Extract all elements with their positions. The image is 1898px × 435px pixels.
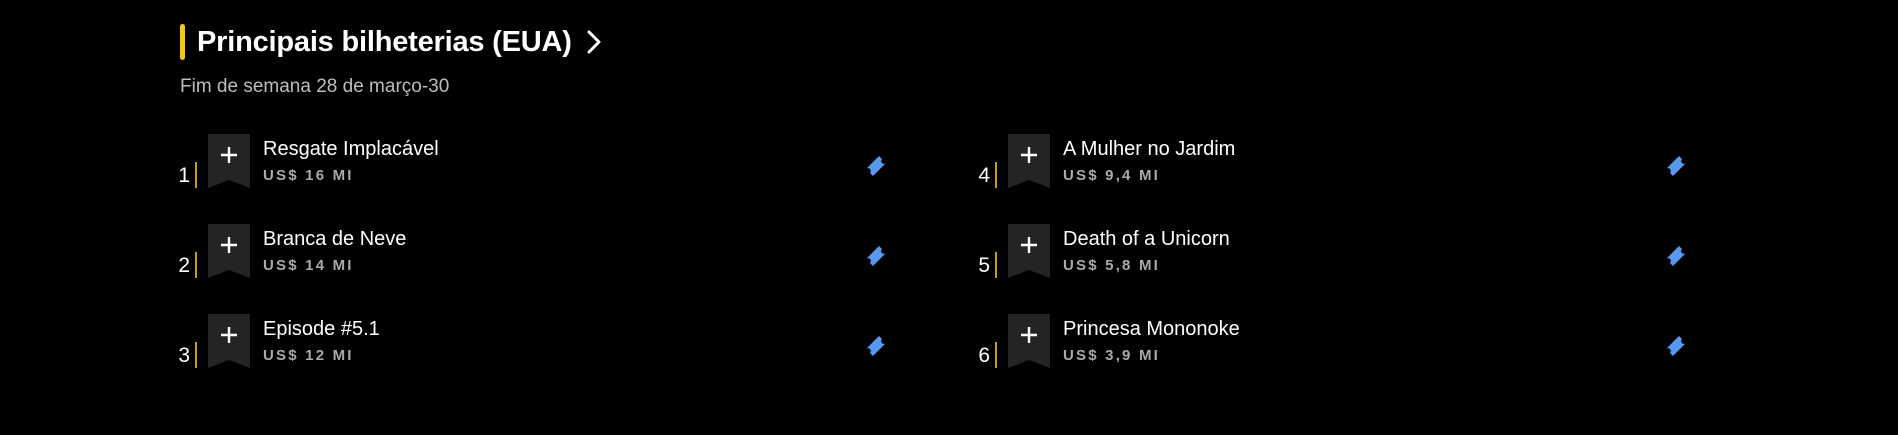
- movie-title-link[interactable]: Princesa Mononoke: [1063, 318, 1240, 341]
- ticket-button[interactable]: [862, 332, 890, 360]
- list-item: 5 Death of a Unicorn US$ 5,8 MI: [968, 224, 1708, 314]
- watchlist-add-icon: [1008, 314, 1050, 368]
- list-item: 1 Resgate Implacável US$ 16 MI: [168, 134, 908, 224]
- list-item: 4 A Mulher no Jardim US$ 9,4 MI: [968, 134, 1708, 224]
- rank-number: 1: [178, 164, 190, 187]
- watchlist-add-icon: [208, 314, 250, 368]
- ticket-button[interactable]: [1662, 332, 1690, 360]
- watchlist-add-icon: [1008, 134, 1050, 188]
- weekend-gross: US$ 14 MI: [263, 257, 354, 274]
- movie-info: Branca de Neve US$ 14 MI: [263, 228, 406, 274]
- ticket-icon: [1666, 246, 1686, 266]
- add-to-watchlist-button[interactable]: [1008, 314, 1050, 368]
- watchlist-add-icon: [208, 134, 250, 188]
- add-to-watchlist-button[interactable]: [1008, 134, 1050, 188]
- rank-number: 2: [178, 254, 190, 277]
- movie-title-link[interactable]: Resgate Implacável: [263, 138, 439, 161]
- movie-title-link[interactable]: Episode #5.1: [263, 318, 380, 341]
- rank-number: 3: [178, 344, 190, 367]
- movie-info: A Mulher no Jardim US$ 9,4 MI: [1063, 138, 1235, 184]
- section-accent-bar: [180, 24, 185, 60]
- rank-number: 4: [978, 164, 990, 187]
- chevron-right-icon[interactable]: [586, 30, 602, 54]
- list-item: 2 Branca de Neve US$ 14 MI: [168, 224, 908, 314]
- ticket-button[interactable]: [1662, 242, 1690, 270]
- section-title[interactable]: Principais bilheterias (EUA): [197, 26, 572, 59]
- rank-divider: [195, 162, 197, 188]
- ticket-icon: [1666, 336, 1686, 356]
- weekend-gross: US$ 12 MI: [263, 347, 354, 364]
- list-column-left: 1 Resgate Implacável US$ 16 MI 2 Branca …: [168, 134, 908, 404]
- add-to-watchlist-button[interactable]: [208, 314, 250, 368]
- add-to-watchlist-button[interactable]: [208, 134, 250, 188]
- movie-title-link[interactable]: Branca de Neve: [263, 228, 406, 251]
- list-column-right: 4 A Mulher no Jardim US$ 9,4 MI 5 Death …: [968, 134, 1708, 404]
- rank-divider: [995, 252, 997, 278]
- weekend-gross: US$ 5,8 MI: [1063, 257, 1161, 274]
- movie-info: Death of a Unicorn US$ 5,8 MI: [1063, 228, 1230, 274]
- ticket-button[interactable]: [1662, 152, 1690, 180]
- rank-number: 5: [978, 254, 990, 277]
- rank-divider: [995, 342, 997, 368]
- movie-title-link[interactable]: Death of a Unicorn: [1063, 228, 1230, 251]
- ticket-icon: [1666, 156, 1686, 176]
- ticket-icon: [866, 246, 886, 266]
- section-header[interactable]: Principais bilheterias (EUA): [180, 22, 1740, 62]
- movie-info: Episode #5.1 US$ 12 MI: [263, 318, 380, 364]
- ticket-icon: [866, 156, 886, 176]
- rank-number: 6: [978, 344, 990, 367]
- weekend-gross: US$ 9,4 MI: [1063, 167, 1161, 184]
- weekend-gross: US$ 16 MI: [263, 167, 354, 184]
- list-item: 3 Episode #5.1 US$ 12 MI: [168, 314, 908, 404]
- top-box-office-section: Principais bilheterias (EUA) Fim de sema…: [178, 22, 1740, 368]
- movie-info: Resgate Implacável US$ 16 MI: [263, 138, 439, 184]
- ticket-icon: [866, 336, 886, 356]
- list-item: 6 Princesa Mononoke US$ 3,9 MI: [968, 314, 1708, 404]
- movie-info: Princesa Mononoke US$ 3,9 MI: [1063, 318, 1240, 364]
- rank-divider: [995, 162, 997, 188]
- rank-divider: [195, 252, 197, 278]
- movie-title-link[interactable]: A Mulher no Jardim: [1063, 138, 1235, 161]
- rank-divider: [195, 342, 197, 368]
- weekend-gross: US$ 3,9 MI: [1063, 347, 1161, 364]
- ticket-button[interactable]: [862, 242, 890, 270]
- ticket-button[interactable]: [862, 152, 890, 180]
- watchlist-add-icon: [1008, 224, 1050, 278]
- section-subtitle: Fim de semana 28 de março-30: [180, 76, 450, 97]
- add-to-watchlist-button[interactable]: [1008, 224, 1050, 278]
- add-to-watchlist-button[interactable]: [208, 224, 250, 278]
- watchlist-add-icon: [208, 224, 250, 278]
